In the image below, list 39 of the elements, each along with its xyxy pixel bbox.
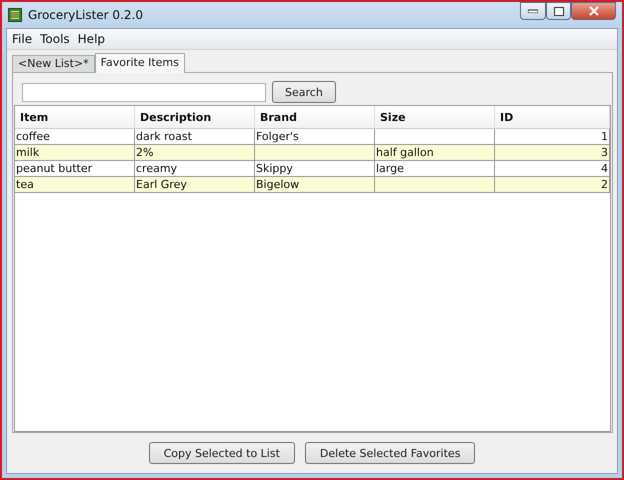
column-header[interactable]: Description — [135, 106, 255, 129]
table-cell: 3 — [495, 145, 610, 161]
menu-item[interactable]: File — [12, 32, 32, 46]
table-cell: creamy — [135, 161, 255, 177]
table-cell: large — [375, 161, 495, 177]
column-header[interactable]: Brand — [255, 106, 375, 129]
column-header[interactable]: Size — [375, 106, 495, 129]
column-header[interactable]: ID — [495, 106, 610, 129]
table-cell: Earl Grey — [135, 177, 255, 193]
app-icon — [8, 8, 22, 22]
table-cell: half gallon — [375, 145, 495, 161]
close-icon — [588, 6, 598, 16]
action-button[interactable]: Delete Selected Favorites — [304, 442, 476, 464]
action-button[interactable]: Copy Selected to List — [148, 442, 295, 464]
maximize-icon — [554, 6, 564, 16]
tab[interactable]: <New List>* — [12, 55, 95, 72]
window-title: GroceryLister 0.2.0 — [28, 8, 143, 22]
maximize-button[interactable] — [546, 2, 571, 20]
column-header[interactable]: Item — [15, 106, 135, 129]
menu-item[interactable]: Help — [78, 32, 106, 46]
table-cell: 2 — [495, 177, 610, 193]
close-button[interactable] — [571, 2, 616, 20]
table-cell: peanut butter — [15, 161, 135, 177]
table-cell: dark roast — [135, 129, 255, 145]
minimize-button[interactable] — [520, 2, 546, 20]
table-cell: 4 — [495, 161, 610, 177]
table-cell: 1 — [495, 129, 610, 145]
minimize-icon — [528, 9, 538, 13]
table-cell: tea — [15, 177, 135, 193]
menu-item[interactable]: Tools — [40, 32, 70, 46]
search-button[interactable]: Search — [272, 81, 336, 103]
table-cell: Bigelow — [255, 177, 375, 193]
table-cell: 2% — [135, 145, 255, 161]
table-cell: Folger's — [255, 129, 375, 145]
table-cell: Skippy — [255, 161, 375, 177]
search-field[interactable] — [22, 82, 266, 102]
tab[interactable]: Favorite Items — [94, 53, 185, 73]
table-cell: coffee — [15, 129, 135, 145]
table-cell: milk — [15, 145, 135, 161]
